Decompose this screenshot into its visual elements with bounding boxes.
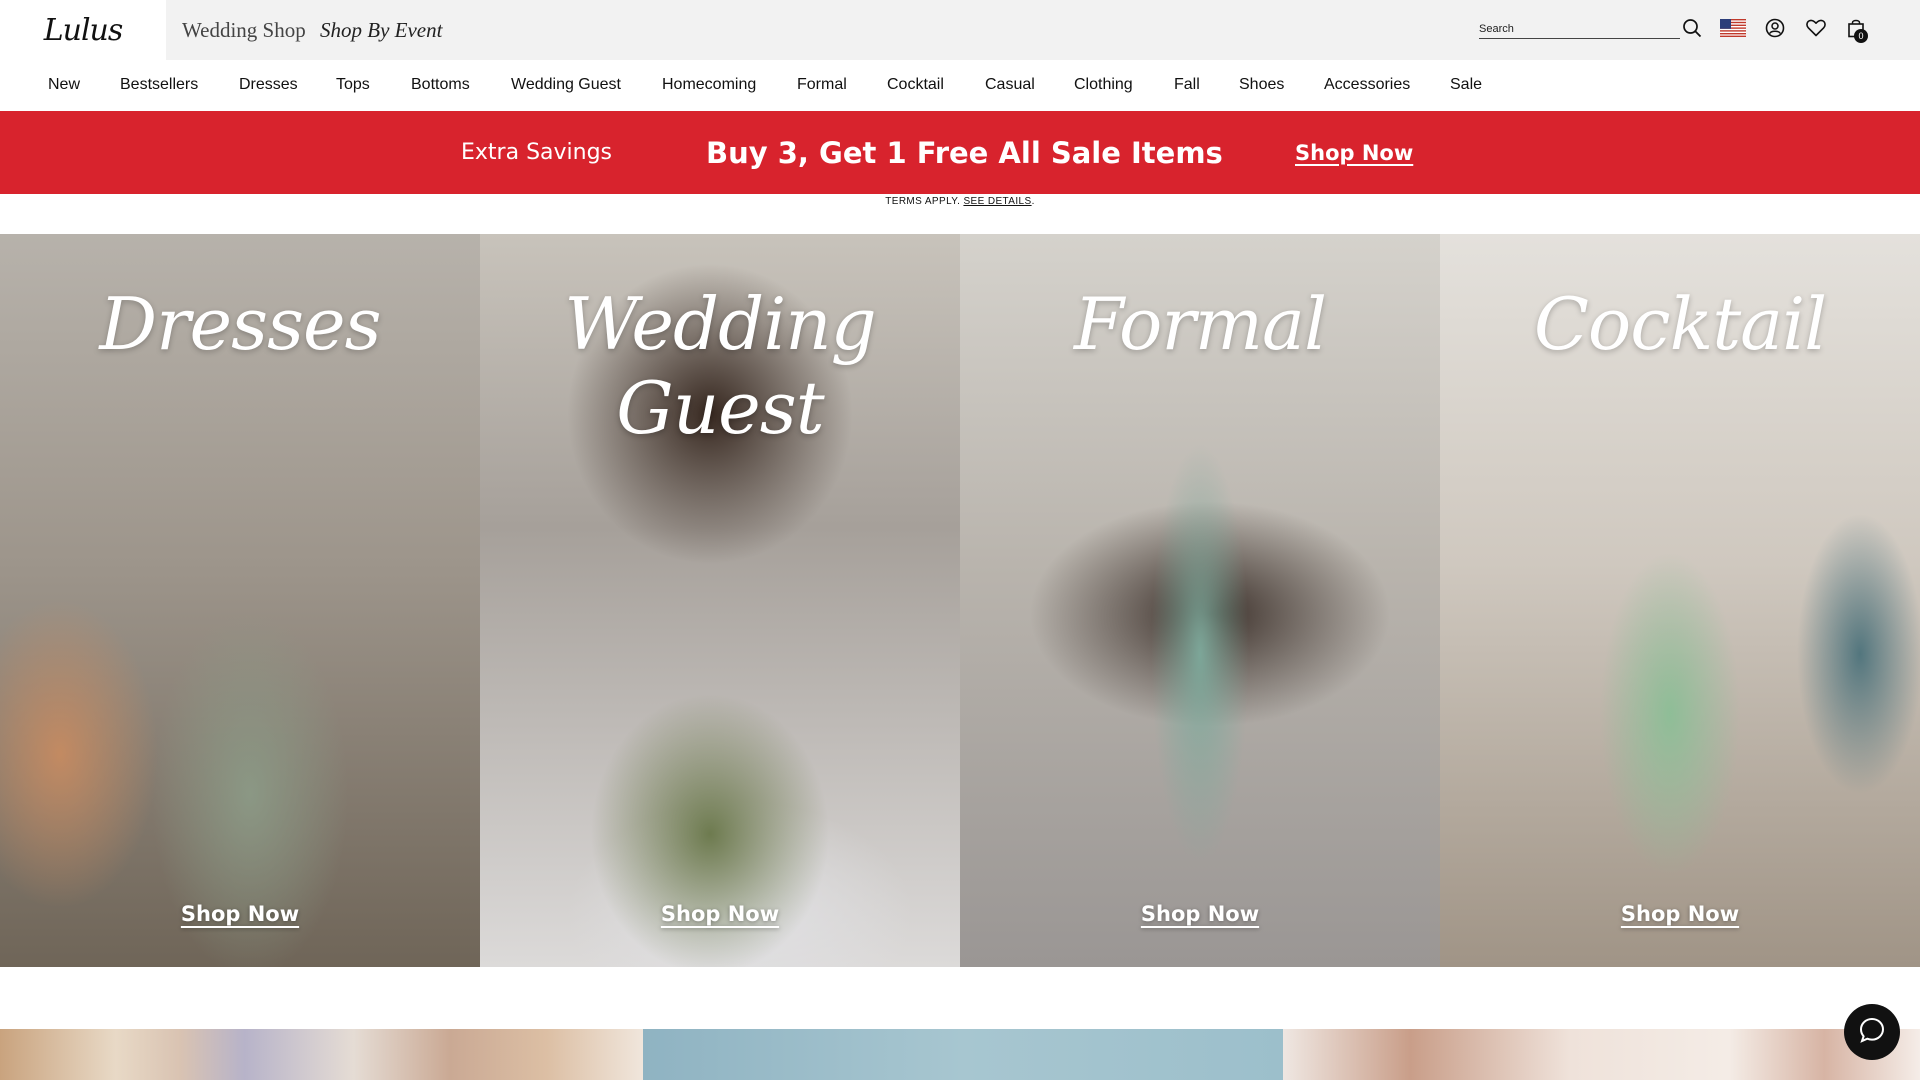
chat-button[interactable] xyxy=(1844,1004,1900,1060)
hero-panel-wedding-guest[interactable]: Wedding Guest Shop Now xyxy=(480,234,960,967)
panel-title: Wedding Guest xyxy=(564,282,876,450)
nav-item-dresses[interactable]: Dresses xyxy=(239,60,298,110)
nav-item-bestsellers[interactable]: Bestsellers xyxy=(120,60,198,110)
hero-panel-formal[interactable]: Formal Shop Now xyxy=(960,234,1440,967)
promo-banner[interactable]: Extra Savings Buy 3, Get 1 Free All Sale… xyxy=(0,111,1920,194)
nav-item-bottoms[interactable]: Bottoms xyxy=(411,60,470,110)
see-details-link[interactable]: SEE DETAILS xyxy=(963,196,1031,207)
nav-item-cocktail[interactable]: Cocktail xyxy=(887,60,944,110)
panel-shop-now-link[interactable]: Shop Now xyxy=(480,902,960,926)
promo-tile-image[interactable] xyxy=(1283,1029,1920,1080)
site-tab-wedding-shop[interactable]: Wedding Shop xyxy=(182,0,306,60)
terms-period: . xyxy=(1031,196,1035,207)
promo-tile-image[interactable] xyxy=(643,1029,1283,1080)
panel-title: Dresses xyxy=(99,282,381,366)
cart-count-badge: 0 xyxy=(1854,29,1868,43)
panel-title: Cocktail xyxy=(1533,282,1827,366)
site-tab-shop-by-event[interactable]: Shop By Event xyxy=(320,0,442,60)
panel-shop-now-link[interactable]: Shop Now xyxy=(0,902,480,926)
hero-panel-dresses[interactable]: Dresses Shop Now xyxy=(0,234,480,967)
promo-shop-now-link[interactable]: Shop Now xyxy=(1295,111,1413,194)
logo-link[interactable]: Lulus xyxy=(0,0,166,60)
hero-category-grid: Dresses Shop Now Wedding Guest Shop Now … xyxy=(0,234,1920,967)
promo-headline: Buy 3, Get 1 Free All Sale Items xyxy=(706,135,1223,170)
panel-shop-now-link[interactable]: Shop Now xyxy=(960,902,1440,926)
nav-item-sale[interactable]: Sale xyxy=(1450,60,1482,110)
nav-item-accessories[interactable]: Accessories xyxy=(1324,60,1410,110)
search-icon[interactable] xyxy=(1680,16,1704,40)
us-flag-icon[interactable] xyxy=(1720,18,1746,38)
nav-item-shoes[interactable]: Shoes xyxy=(1239,60,1284,110)
nav-item-new[interactable]: New xyxy=(48,60,80,110)
promo-label: Extra Savings xyxy=(461,140,613,165)
search-input[interactable] xyxy=(1479,14,1680,40)
promo-terms: TERMS APPLY. SEE DETAILS. xyxy=(0,194,1920,210)
nav-item-wedding-guest[interactable]: Wedding Guest xyxy=(511,60,621,110)
heart-icon[interactable] xyxy=(1804,16,1828,40)
nav-item-clothing[interactable]: Clothing xyxy=(1074,60,1133,110)
chat-icon xyxy=(1858,1016,1886,1049)
secondary-promo-strip xyxy=(0,1029,1920,1080)
hero-panel-cocktail[interactable]: Cocktail Shop Now xyxy=(1440,234,1920,967)
nav-item-fall[interactable]: Fall xyxy=(1174,60,1200,110)
site-logo: Lulus xyxy=(43,12,124,48)
nav-item-tops[interactable]: Tops xyxy=(336,60,370,110)
nav-item-formal[interactable]: Formal xyxy=(797,60,847,110)
terms-text: TERMS APPLY. xyxy=(885,196,961,207)
nav-item-casual[interactable]: Casual xyxy=(985,60,1035,110)
panel-shop-now-link[interactable]: Shop Now xyxy=(1440,902,1920,926)
promo-tile-image[interactable] xyxy=(0,1029,643,1080)
search-box xyxy=(1479,14,1680,40)
top-header: Lulus Wedding Shop Shop By Event 0 xyxy=(0,0,1920,60)
panel-title: Formal xyxy=(1073,282,1327,366)
account-icon[interactable] xyxy=(1763,16,1787,40)
nav-item-homecoming[interactable]: Homecoming xyxy=(662,60,756,110)
category-nav: New Bestsellers Dresses Tops Bottoms Wed… xyxy=(0,60,1920,110)
